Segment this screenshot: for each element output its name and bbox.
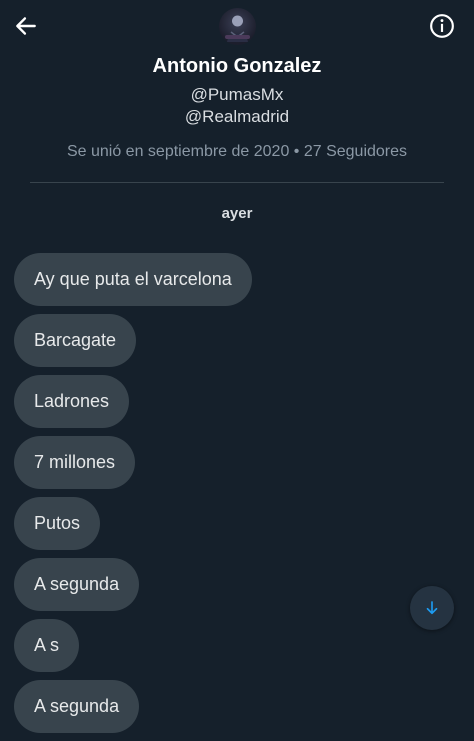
message-row: Barcagate [14,314,454,375]
date-separator: ayer [221,205,253,222]
profile-avatar-image [225,15,250,42]
conversation-info-button[interactable] [428,12,456,40]
message-row: Putos [14,497,454,558]
message-list: Ay que puta el varcelona Barcagate Ladro… [14,253,454,741]
avatar[interactable] [219,8,256,45]
message-bubble[interactable]: 7 millones [14,436,136,489]
message-row: 7 millones [14,436,454,497]
top-bar [0,0,474,56]
profile-handle[interactable]: @PumasMx [0,85,474,105]
divider [30,182,444,183]
info-circle-icon [430,14,454,38]
message-row: A segunda [14,680,454,741]
message-bubble[interactable]: Barcagate [14,314,137,367]
scroll-to-bottom-button[interactable] [410,586,454,630]
message-bubble[interactable]: A segunda [14,558,140,611]
profile-meta: Se unió en septiembre de 2020 • 27 Segui… [66,143,408,160]
arrow-down-icon [426,601,438,615]
profile-handle[interactable]: @Realmadrid [0,107,474,127]
message-bubble[interactable]: Ay que puta el varcelona [14,253,252,306]
message-bubble[interactable]: Ladrones [14,375,130,428]
message-row: Ay que puta el varcelona [14,253,454,314]
arrow-left-icon [16,17,36,35]
message-bubble[interactable]: Putos [14,497,101,550]
back-button[interactable] [10,10,42,42]
message-bubble[interactable]: A s [14,619,80,672]
profile-name[interactable]: Antonio Gonzalez [0,55,474,78]
message-bubble[interactable]: A segunda [14,680,140,733]
message-row: Ladrones [14,375,454,436]
message-row: A segunda [14,558,454,619]
message-row: A s [14,619,454,680]
